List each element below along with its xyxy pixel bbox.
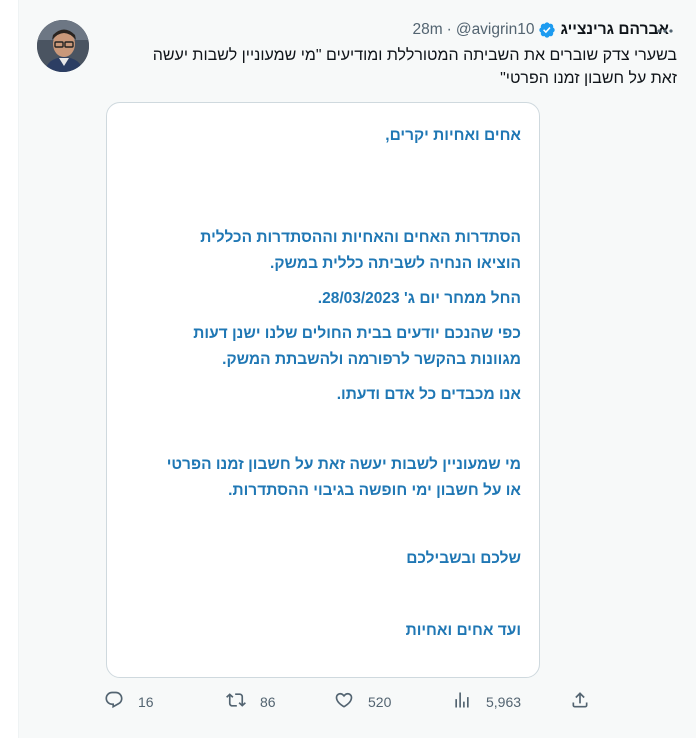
letter-line: כפי שהנכם יודעים בבית החולים שלנו ישנן ד… <box>193 325 521 342</box>
letter-line: הסתדרות האחים והאחיות וההסתדרות הכללית <box>200 229 521 246</box>
timestamp[interactable]: 28m <box>413 21 443 39</box>
letter-line: או על חשבון ימי חופשה בגיבוי ההסתדרות. <box>228 482 521 499</box>
analytics-icon <box>452 690 472 713</box>
letter-paragraph: אנו מכבדים כל אדם ודעתו. <box>336 386 521 403</box>
display-name[interactable]: אברהם גרינצייג <box>560 21 669 39</box>
reply-button[interactable]: 16 <box>104 690 154 713</box>
retweet-icon <box>226 690 246 713</box>
separator-dot: · <box>446 21 452 38</box>
letter-paragraph: מי שמעוניין לשבות יעשה זאת על חשבון זמנו… <box>121 452 521 504</box>
reply-count: 16 <box>138 693 154 710</box>
letter-line: מגוונות בהקשר לרפורמה ולהשבתת המשק. <box>222 351 521 368</box>
attached-image[interactable]: אחים ואחיות יקרים, הסתדרות האחים והאחיות… <box>106 102 540 678</box>
share-button[interactable] <box>570 690 590 713</box>
retweet-count: 86 <box>260 693 276 710</box>
letter-greeting: אחים ואחיות יקרים, <box>385 127 521 144</box>
letter-line: הוציאו הנחיה לשביתה כללית במשק. <box>270 255 521 272</box>
heart-icon <box>334 690 354 713</box>
more-options-icon[interactable] <box>655 24 675 38</box>
letter-line: מי שמעוניין לשבות יעשה זאת על חשבון זמנו… <box>166 456 521 473</box>
like-count: 520 <box>368 693 392 710</box>
letter-paragraph: כפי שהנכם יודעים בבית החולים שלנו ישנן ד… <box>121 321 521 373</box>
views-count: 5,963 <box>486 693 522 710</box>
tweet-actions: 16 86 520 5,963 <box>104 690 589 716</box>
reply-icon <box>104 690 124 713</box>
verified-badge-icon <box>538 21 556 39</box>
share-icon <box>570 690 590 713</box>
letter-closing: שלכם ובשבילכם <box>406 550 521 567</box>
tweet-text-line: בשערי צדק שוברים את השביתה המטורללת ומוד… <box>152 47 677 64</box>
tweet[interactable]: אברהם גרינצייג @avigrin10 · 28m בשערי צד… <box>18 0 696 738</box>
avatar[interactable] <box>37 20 89 72</box>
letter-paragraph: הסתדרות האחים והאחיות וההסתדרות הכללית ה… <box>121 225 521 277</box>
retweet-button[interactable]: 86 <box>226 690 276 713</box>
tweet-text: בשערי צדק שוברים את השביתה המטורללת ומוד… <box>97 44 677 90</box>
letter-signature: ועד אחים ואחיות <box>405 622 521 639</box>
letter-date: החל ממחר יום ג' 28/03/2023. <box>317 290 521 307</box>
tweet-header: אברהם גרינצייג @avigrin10 · 28m <box>413 19 670 41</box>
user-handle[interactable]: @avigrin10 <box>456 21 535 39</box>
tweet-text-line: זאת על חשבון זמנו הפרטי" <box>500 70 677 87</box>
views-button[interactable]: 5,963 <box>452 690 521 713</box>
like-button[interactable]: 520 <box>334 690 391 713</box>
